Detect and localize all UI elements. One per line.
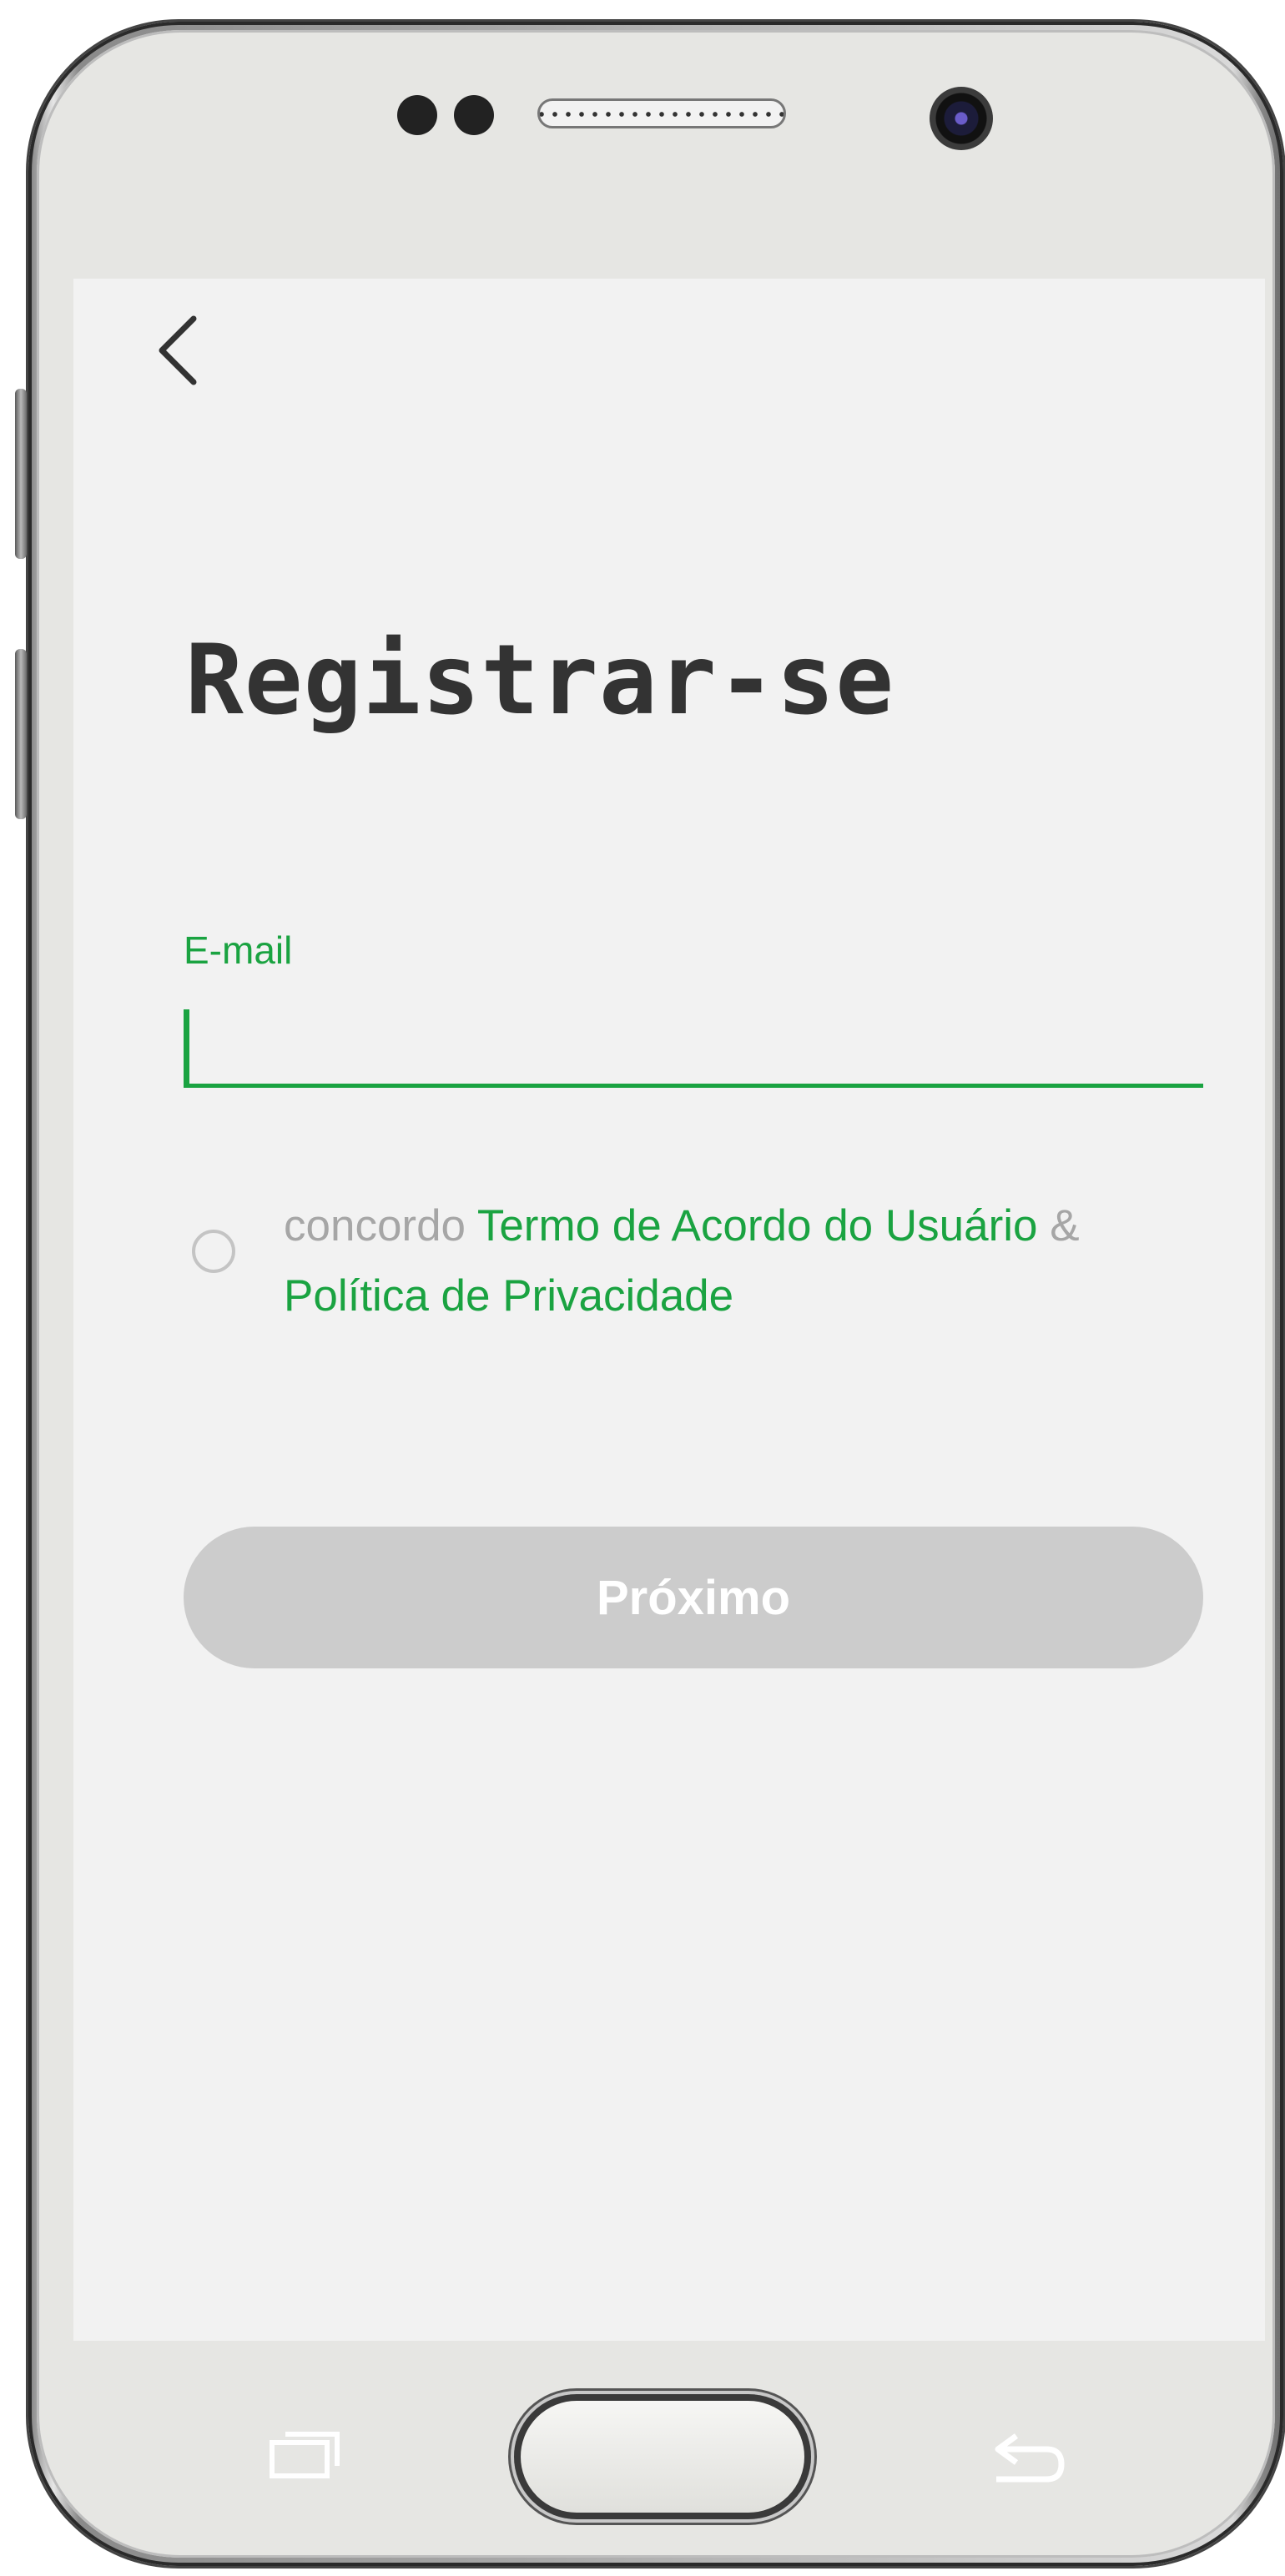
- sensor-dot-icon: [454, 95, 494, 135]
- page-title: Registrar-se: [185, 624, 895, 737]
- system-back-button[interactable]: [988, 2428, 1068, 2488]
- privacy-link[interactable]: Política de Privacidade: [284, 1271, 733, 1321]
- earpiece-speaker: [537, 98, 786, 128]
- back-button[interactable]: [150, 312, 209, 389]
- back-arrow-icon: [995, 2433, 1065, 2483]
- agreement-text: concordo Termo de Acordo do Usuário & Po…: [284, 1191, 1210, 1331]
- agreement-checkbox[interactable]: [192, 1230, 235, 1273]
- email-label: E-mail: [184, 928, 293, 972]
- terms-link[interactable]: Termo de Acordo do Usuário: [477, 1201, 1038, 1250]
- next-button[interactable]: Próximo: [184, 1527, 1203, 1668]
- app-screen: Registrar-se E-mail concordo Termo de Ac…: [73, 279, 1265, 2341]
- recent-apps-button[interactable]: [269, 2429, 342, 2479]
- recent-apps-icon: [270, 2432, 340, 2478]
- front-camera-icon: [930, 87, 993, 150]
- text-cursor: [184, 1009, 189, 1086]
- sensor-dot-icon: [397, 95, 437, 135]
- email-field[interactable]: [184, 994, 1203, 1088]
- agreement-prefix: concordo: [284, 1201, 466, 1250]
- home-button[interactable]: [514, 2394, 811, 2519]
- power-button: [15, 649, 27, 819]
- chevron-left-icon: [159, 315, 197, 385]
- volume-button: [15, 389, 27, 559]
- agreement-separator: &: [1050, 1201, 1080, 1250]
